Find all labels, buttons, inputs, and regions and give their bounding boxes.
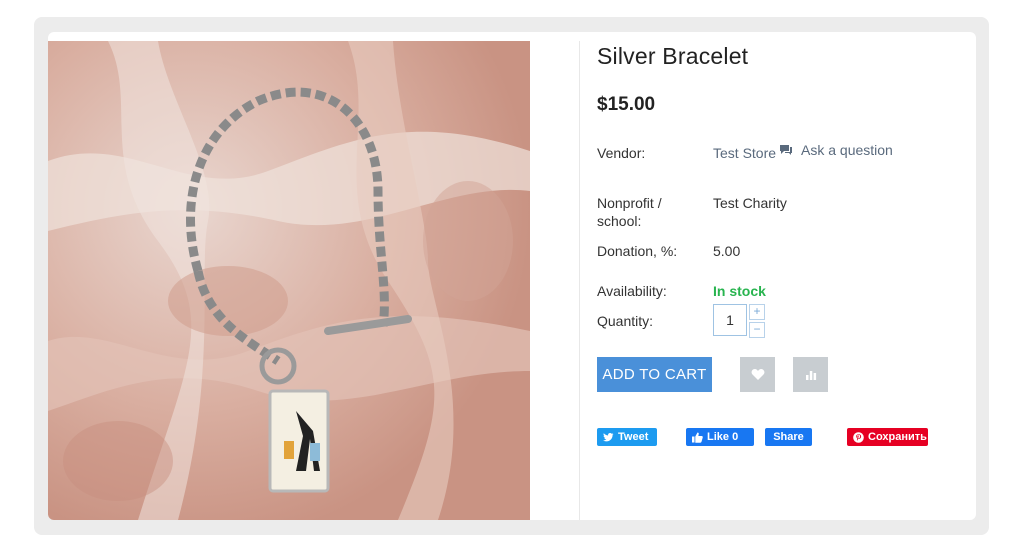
ask-question-link[interactable]: Ask a question <box>779 142 893 158</box>
bracelet-photo <box>48 41 530 520</box>
ask-question-label[interactable]: Ask a question <box>801 142 893 158</box>
column-divider <box>579 41 580 520</box>
facebook-share-button[interactable]: Share <box>765 428 812 446</box>
tweet-label: Tweet <box>618 431 649 443</box>
comment-icon <box>780 145 792 155</box>
quantity-stepper: + − <box>749 304 765 338</box>
compare-button[interactable] <box>793 357 828 392</box>
product-image[interactable] <box>48 41 530 520</box>
thumbs-up-icon <box>692 432 703 443</box>
product-title: Silver Bracelet <box>597 43 749 69</box>
wishlist-button[interactable] <box>740 357 775 392</box>
nonprofit-label-line1: Nonprofit / <box>597 195 662 211</box>
pinterest-save-button[interactable]: Сохранить <box>847 428 928 446</box>
heart-icon <box>751 369 764 380</box>
quantity-decrease-button[interactable]: − <box>749 322 765 338</box>
tweet-button[interactable]: Tweet <box>597 428 657 446</box>
product-card: Silver Bracelet $15.00 Vendor: Test Stor… <box>48 32 976 520</box>
availability-label: Availability: <box>597 283 667 299</box>
pinterest-label: Сохранить <box>868 431 927 443</box>
availability-value: In stock <box>713 283 766 299</box>
add-to-cart-button[interactable]: ADD TO CART <box>597 357 712 392</box>
vendor-link[interactable]: Test Store <box>713 145 776 161</box>
quantity-input[interactable]: 1 <box>713 304 747 336</box>
nonprofit-value: Test Charity <box>713 195 787 211</box>
product-price: $15.00 <box>597 94 656 115</box>
vendor-value[interactable]: Test Store <box>713 144 776 162</box>
nonprofit-label-line2: school: <box>597 213 642 229</box>
facebook-like-button[interactable]: Like 0 <box>686 428 754 446</box>
pinterest-icon <box>853 431 864 443</box>
donation-value: 5.00 <box>713 243 741 259</box>
twitter-bird-icon <box>603 432 614 441</box>
nonprofit-label: Nonprofit / school: <box>597 194 662 230</box>
quantity-increase-button[interactable]: + <box>749 304 765 320</box>
bar-chart-icon <box>805 370 816 380</box>
share-label: Share <box>773 431 804 443</box>
quantity-label: Quantity: <box>597 313 654 329</box>
like-label: Like 0 <box>707 431 739 443</box>
donation-label: Donation, %: <box>597 243 678 259</box>
vendor-label: Vendor: <box>597 145 646 161</box>
